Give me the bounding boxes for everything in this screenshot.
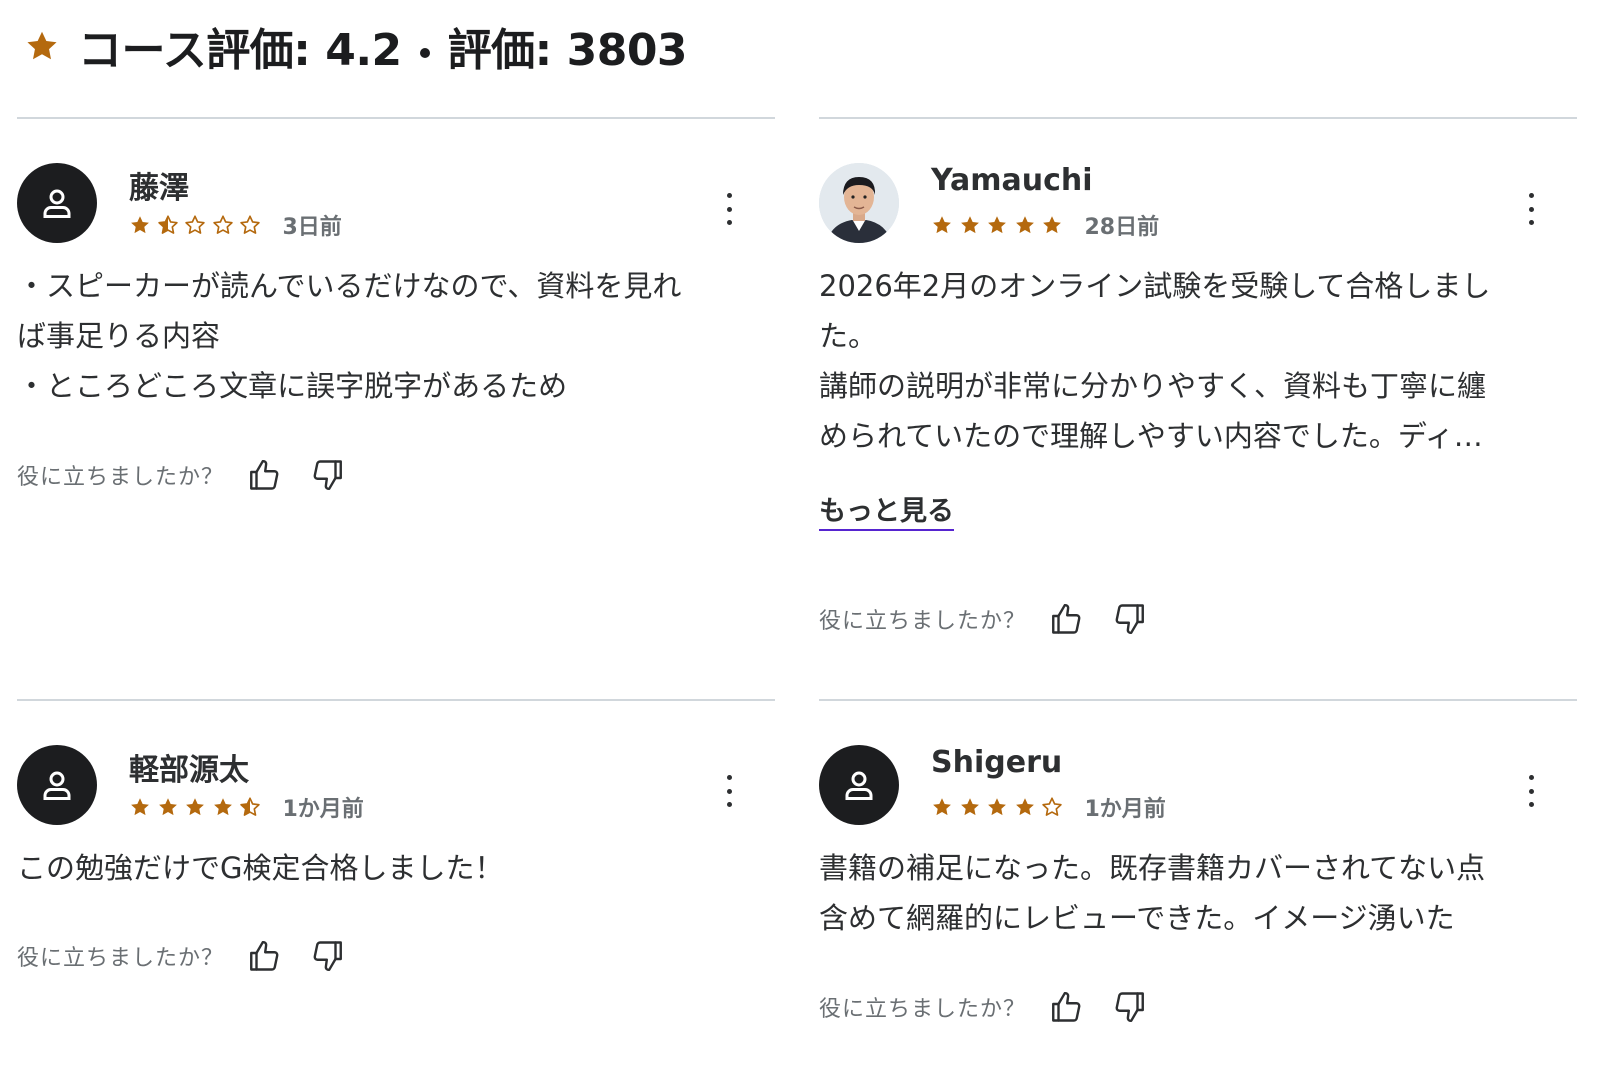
star-filled-icon bbox=[131, 798, 149, 816]
avatar bbox=[819, 163, 899, 243]
review-date: 3日前 bbox=[282, 215, 342, 240]
review-text: 2026年2月のオンライン試験を受験して合格しまし た。 講師の説明が非常に分か… bbox=[819, 261, 1559, 461]
reviewer-name: 藤澤 bbox=[129, 171, 189, 206]
more-options-icon[interactable] bbox=[723, 775, 735, 807]
rating-summary-text: コース評価: 4.2 評価: 3803 bbox=[78, 14, 688, 78]
star-filled-icon bbox=[960, 216, 979, 234]
thumbs-up-icon[interactable] bbox=[1046, 987, 1086, 1027]
profile-photo bbox=[819, 163, 899, 243]
separator-dot bbox=[419, 48, 430, 58]
star-filled-icon bbox=[158, 798, 177, 816]
review-card: 藤澤 3日前 ・スピーカーが読んでいるだけなので、資料を見れ ば事足りる内容 ・… bbox=[17, 117, 775, 677]
review-card: Yamauchi 28日前 2026年2月のオンライン試験を受験して合格しまし … bbox=[819, 117, 1577, 677]
star-rating bbox=[129, 214, 267, 236]
star-empty-icon bbox=[1042, 797, 1062, 816]
star-filled-icon bbox=[933, 216, 951, 234]
star-filled-icon bbox=[1015, 798, 1034, 816]
more-options-icon[interactable] bbox=[1525, 193, 1537, 225]
review-line: 書籍の補足になった。既存書籍カバーされてない点 bbox=[819, 851, 1486, 885]
review-card: Shigeru 1か月前 書籍の補足になった。既存書籍カバーされてない点 含めて… bbox=[819, 699, 1577, 1059]
thumbs-down-icon[interactable] bbox=[308, 936, 348, 976]
review-text: この勉強だけでG検定合格しました！ bbox=[17, 843, 757, 893]
thumbs-up-icon[interactable] bbox=[1046, 599, 1086, 639]
user-icon bbox=[43, 771, 71, 800]
user-icon bbox=[43, 189, 71, 218]
review-line: 2026年2月のオンライン試験を受験して合格しまし bbox=[819, 269, 1491, 303]
thumbs-down-icon[interactable] bbox=[308, 455, 348, 495]
star-icon bbox=[27, 31, 57, 60]
more-options-icon[interactable] bbox=[1525, 775, 1537, 807]
star-empty-icon bbox=[185, 215, 205, 234]
review-date: 1か月前 bbox=[282, 797, 364, 822]
course-rating: コース評価: 4.2 bbox=[78, 25, 402, 76]
review-date: 1か月前 bbox=[1084, 797, 1166, 822]
star-filled-icon bbox=[186, 798, 204, 816]
star-half-icon bbox=[240, 797, 260, 816]
star-filled-icon bbox=[960, 798, 979, 816]
reviewer-name: 軽部源太 bbox=[129, 753, 249, 788]
star-filled-icon bbox=[213, 798, 232, 816]
star-half-icon bbox=[157, 215, 178, 234]
review-card: 軽部源太 1か月前 この勉強だけでG検定合格しました！ 役に立ちましたか？ bbox=[17, 699, 775, 1059]
thumbs-up-icon[interactable] bbox=[244, 936, 284, 976]
review-line: 講師の説明が非常に分かりやすく、資料も丁寧に纏 bbox=[819, 369, 1487, 403]
star-rating bbox=[931, 796, 1069, 818]
review-line: 含めて網羅的にレビューできた。イメージ湧いた bbox=[819, 901, 1455, 935]
star-rating bbox=[931, 214, 1069, 236]
helpful-row: 役に立ちましたか？ bbox=[17, 455, 348, 495]
review-text: ・スピーカーが読んでいるだけなので、資料を見れ ば事足りる内容 ・ところどころ文… bbox=[17, 261, 757, 411]
review-date: 28日前 bbox=[1084, 215, 1160, 240]
helpful-row: 役に立ちましたか？ bbox=[819, 987, 1150, 1027]
review-line: ば事足りる内容 bbox=[17, 319, 221, 353]
ratings-count: 評価: 3803 bbox=[447, 25, 688, 76]
star-filled-icon bbox=[988, 798, 1006, 816]
star-rating bbox=[129, 796, 267, 818]
star-empty-icon bbox=[212, 215, 233, 234]
avatar bbox=[819, 745, 899, 825]
helpful-row: 役に立ちましたか？ bbox=[17, 936, 348, 976]
divider bbox=[17, 699, 775, 701]
helpful-label: 役に立ちましたか？ bbox=[17, 946, 225, 971]
helpful-label: 役に立ちましたか？ bbox=[819, 997, 1027, 1022]
review-line: た。 bbox=[819, 319, 878, 353]
divider bbox=[819, 117, 1577, 119]
review-line: められていたので理解しやすい内容でした。ディ… bbox=[819, 419, 1483, 453]
reviewer-name: Shigeru bbox=[931, 745, 1063, 780]
star-filled-icon bbox=[933, 798, 951, 816]
thumbs-down-icon[interactable] bbox=[1110, 987, 1150, 1027]
divider bbox=[819, 699, 1577, 701]
star-filled-icon bbox=[988, 216, 1006, 234]
helpful-label: 役に立ちましたか？ bbox=[17, 465, 225, 490]
reviewer-name: Yamauchi bbox=[931, 163, 1093, 198]
more-options-icon[interactable] bbox=[723, 193, 735, 225]
star-filled-icon bbox=[131, 216, 149, 234]
star-filled-icon bbox=[1015, 216, 1034, 234]
review-line: ・ところどころ文章に誤字脱字があるため bbox=[17, 369, 568, 403]
review-text: 書籍の補足になった。既存書籍カバーされてない点 含めて網羅的にレビューできた。イ… bbox=[819, 843, 1559, 943]
rating-summary: コース評価: 4.2 評価: 3803 bbox=[24, 14, 688, 78]
star-filled-icon bbox=[1043, 216, 1061, 234]
thumbs-down-icon[interactable] bbox=[1110, 599, 1150, 639]
thumbs-up-icon[interactable] bbox=[244, 455, 284, 495]
show-more-link[interactable]: もっと見る bbox=[819, 495, 954, 531]
user-icon bbox=[845, 771, 873, 800]
helpful-label: 役に立ちましたか？ bbox=[819, 609, 1027, 634]
avatar bbox=[17, 745, 97, 825]
review-line: ・スピーカーが読んでいるだけなので、資料を見れ bbox=[17, 269, 682, 303]
avatar bbox=[17, 163, 97, 243]
review-line: この勉強だけでG検定合格しました！ bbox=[17, 851, 504, 885]
helpful-row: 役に立ちましたか？ bbox=[819, 599, 1150, 639]
divider bbox=[17, 117, 775, 119]
star-empty-icon bbox=[240, 215, 260, 234]
